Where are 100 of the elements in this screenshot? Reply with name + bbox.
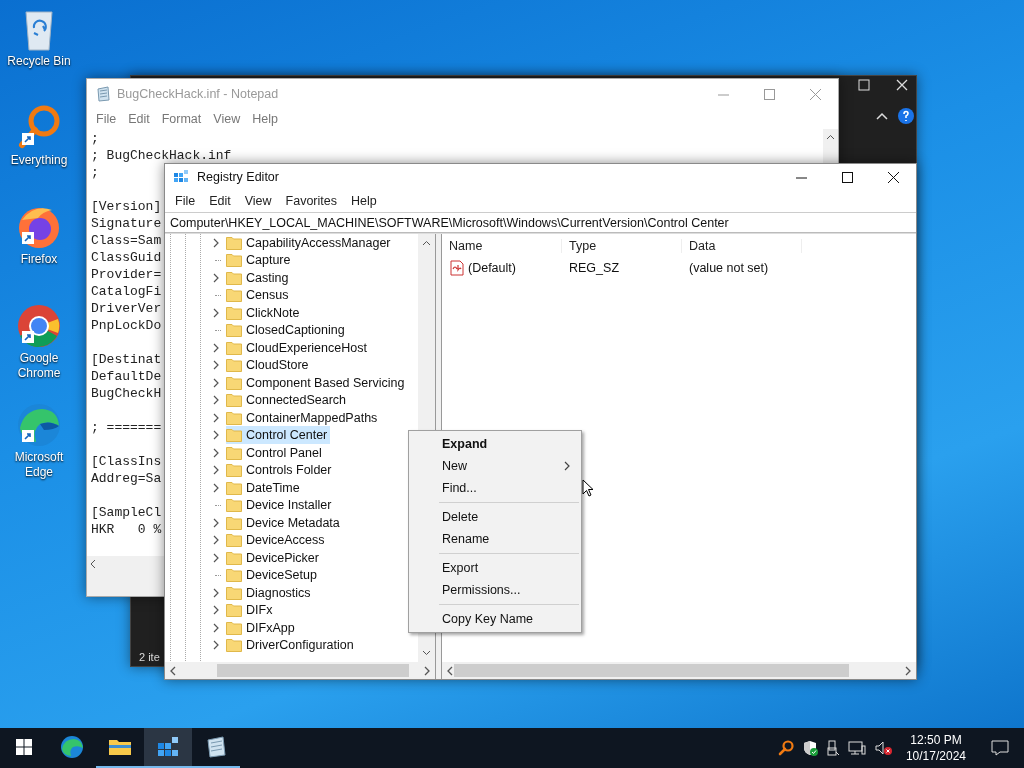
notepad-icon [204, 735, 228, 759]
tree-item[interactable]: Device Metadata [226, 513, 343, 532]
column-header[interactable]: Name [442, 239, 562, 253]
desktop-icon-label[interactable]: Everything [2, 153, 76, 168]
status-text: 2 ite [139, 651, 160, 663]
tree-item[interactable]: ContainerMappedPaths [226, 408, 381, 427]
clock-date: 10/17/2024 [905, 748, 966, 764]
folder-icon [226, 515, 242, 530]
desktop-icon-label[interactable]: Google Chrome [2, 351, 76, 381]
network-icon[interactable] [847, 740, 866, 756]
address-bar[interactable]: Computer\HKEY_LOCAL_MACHINE\SOFTWARE\Microsoft\Windows\CurrentVersion\Control Center [165, 212, 916, 233]
menu-item[interactable]: Find... [409, 477, 581, 499]
taskbar-app-button[interactable] [144, 728, 192, 768]
usb-drive-icon[interactable] [825, 740, 840, 756]
tree-item[interactable]: ConnectedSearch [226, 391, 350, 410]
value-type: REG_SZ [568, 261, 620, 275]
window-title: Registry Editor [197, 170, 280, 184]
folder-icon [226, 428, 242, 443]
menu-item[interactable]: Rename [409, 528, 581, 550]
maximize-icon[interactable] [858, 79, 870, 91]
speech-bubble-icon [991, 740, 1009, 756]
tree-item[interactable]: ClickNote [226, 303, 303, 322]
tree-item[interactable]: Component Based Servicing [226, 373, 408, 392]
horizontal-scrollbar[interactable] [442, 662, 916, 679]
tree-item[interactable]: Census [226, 286, 292, 305]
tree-item[interactable]: Diagnostics [226, 583, 314, 602]
tree-item[interactable]: Controls Folder [226, 461, 335, 480]
menu-item[interactable]: View [237, 194, 279, 208]
menu-item[interactable]: File [168, 194, 203, 208]
menu-item[interactable]: File [90, 112, 123, 126]
menu-item[interactable]: Export [409, 557, 581, 579]
column-header[interactable]: Data [682, 239, 802, 253]
tree-item[interactable]: Control Panel [226, 443, 325, 462]
menu-item[interactable]: Copy Key Name [409, 608, 581, 630]
menu-item[interactable]: Expand [409, 433, 581, 455]
folder-icon [226, 235, 242, 250]
desktop-icon-label[interactable]: Firefox [2, 252, 76, 267]
folder-icon [226, 568, 242, 583]
tree-item[interactable]: Control Center [226, 426, 331, 445]
menu-item[interactable]: Permissions... [409, 579, 581, 601]
scroll-up-icon[interactable] [826, 133, 835, 142]
folder-icon [226, 358, 242, 373]
menu-item[interactable]: Delete [409, 506, 581, 528]
registry-icon [156, 735, 180, 759]
tree-item[interactable]: DriverConfiguration [226, 636, 357, 655]
maximize-icon [841, 171, 853, 183]
value-data: (value not set) [688, 261, 770, 275]
tree-item[interactable]: DIFxApp [226, 618, 298, 637]
folder-icon [226, 585, 242, 600]
window-title: BugCheckHack.inf - Notepad [117, 87, 280, 101]
scroll-down-icon[interactable] [422, 648, 431, 657]
tree-item[interactable]: DevicePicker [226, 548, 322, 567]
tree-item[interactable]: DIFx [226, 601, 276, 620]
menu-item[interactable]: Format [155, 112, 208, 126]
folder-icon [226, 288, 242, 303]
clock[interactable]: 12:50 PM 10/17/2024 [899, 732, 972, 764]
chevron-up-icon[interactable] [876, 111, 888, 121]
scroll-up-icon[interactable] [422, 239, 431, 248]
folder-icon [226, 270, 242, 285]
menu-item[interactable]: New [409, 455, 581, 477]
tree-item[interactable]: Device Installer [226, 496, 335, 515]
shield-icon[interactable] [801, 740, 818, 756]
scroll-left-icon[interactable] [446, 665, 454, 676]
tree-item[interactable]: DateTime [226, 478, 303, 497]
menu-item[interactable]: Help [344, 194, 384, 208]
tree-item[interactable]: DeviceSetup [226, 566, 320, 585]
help-icon[interactable] [898, 108, 914, 124]
menu-item[interactable]: Edit [122, 112, 156, 126]
folder-icon [226, 393, 242, 408]
notepad-icon [95, 86, 111, 102]
close-icon[interactable] [896, 79, 908, 91]
scroll-right-icon[interactable] [423, 665, 431, 676]
tree-item[interactable]: ClosedCaptioning [226, 321, 348, 340]
folder-icon [226, 533, 242, 548]
folder-icon [226, 340, 242, 355]
folder-icon [226, 603, 242, 618]
tree-item[interactable]: DeviceAccess [226, 531, 328, 550]
maximize-icon [763, 88, 775, 100]
speaker-muted-icon[interactable] [873, 740, 892, 756]
folder-icon [226, 638, 242, 653]
value-name[interactable]: (Default) [468, 261, 516, 275]
tree-item[interactable]: CloudExperienceHost [226, 338, 370, 357]
magnifier-icon[interactable] [777, 740, 794, 756]
menu-item[interactable]: Favorites [278, 194, 344, 208]
wave-browser-icon [60, 735, 84, 759]
folder-icon [226, 375, 242, 390]
menu-item[interactable]: View [207, 112, 247, 126]
clock-time: 12:50 PM [910, 732, 962, 748]
horizontal-scrollbar[interactable] [165, 662, 435, 679]
tree-item[interactable]: CloudStore [226, 356, 312, 375]
menu-item[interactable]: Help [246, 112, 284, 126]
column-header[interactable]: Type [562, 239, 682, 253]
tree-item[interactable]: Capture [226, 251, 294, 270]
menu-item[interactable]: Edit [202, 194, 238, 208]
tree-item[interactable]: Casting [226, 268, 292, 287]
desktop-icon-label[interactable]: Recycle Bin [2, 54, 76, 69]
windows-logo-icon [16, 739, 32, 755]
tree-item[interactable]: CapabilityAccessManager [226, 234, 394, 252]
scroll-right-icon[interactable] [904, 665, 912, 676]
scroll-left-icon[interactable] [169, 665, 177, 676]
